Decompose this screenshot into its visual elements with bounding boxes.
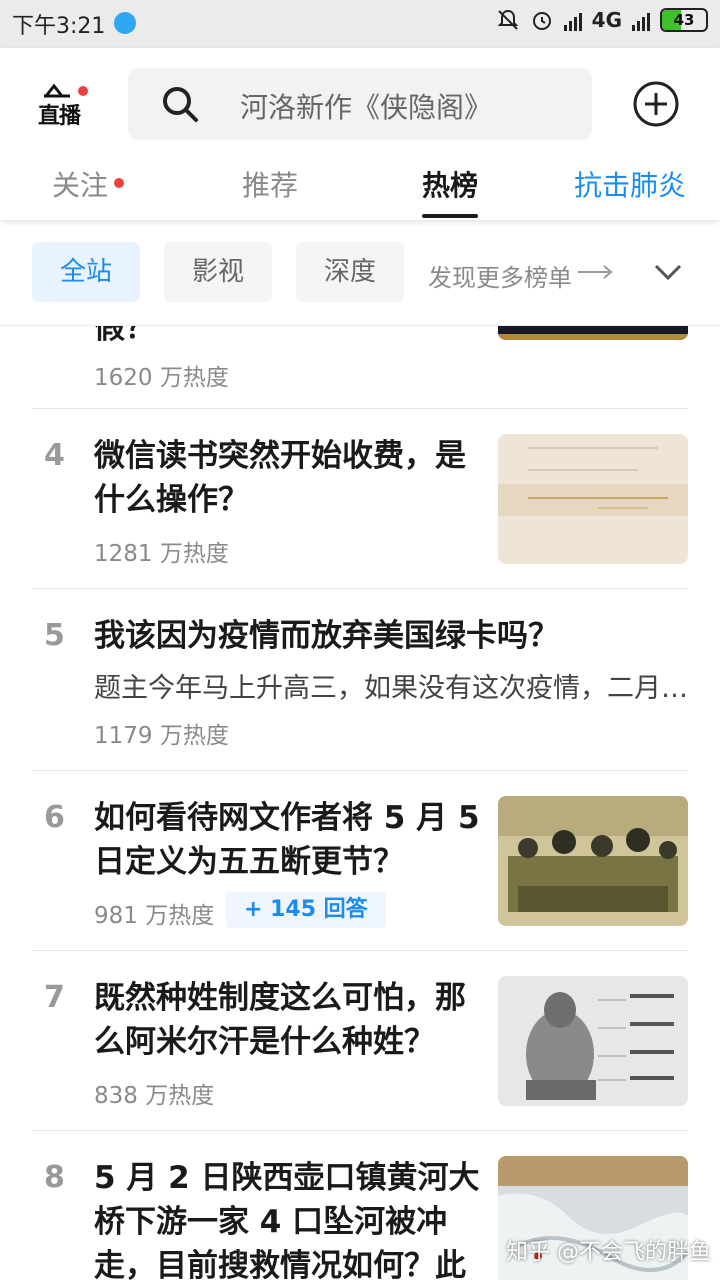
signal-hd-icon (563, 9, 582, 31)
list-item[interactable]: 4 微信读书突然开始收费，是 什么操作？ 1281 万热度 (0, 410, 720, 588)
battery-percent: 43 (673, 11, 695, 29)
chevron-down-icon[interactable] (652, 260, 684, 284)
discover-more-link[interactable]: 发现更多榜单 (428, 258, 572, 293)
signal-icon (632, 9, 650, 31)
hot-list: 假？ 1620 万热度 4 微信读书突然开始收费，是 什么操作？ 1281 万热… (0, 326, 720, 1280)
item-excerpt: 题主今年马上升高三，如果没有这次疫情，二月… (94, 673, 688, 704)
search-placeholder: 河洛新作《侠隐阁》 (240, 91, 493, 124)
divider (32, 588, 688, 589)
item-thumbnail (498, 796, 688, 926)
alarm-clock-icon (532, 12, 551, 30)
item-heat: 1179 万热度 (94, 723, 229, 749)
arrow-right-icon (578, 265, 613, 279)
item-heat: 1281 万热度 (94, 541, 229, 567)
tab-hot-list[interactable]: 热榜 (422, 164, 478, 204)
list-item[interactable]: 假？ 1620 万热度 (0, 326, 720, 408)
divider (32, 950, 688, 951)
notification-app-icon (114, 12, 136, 34)
list-item[interactable]: 6 如何看待网文作者将 5 月 5 日定义为五五断更节？ 981 万热度 + 1… (0, 772, 720, 950)
live-label: 直播 (38, 104, 81, 129)
item-title: 什么操作？ (94, 482, 249, 518)
list-item[interactable]: 7 既然种姓制度这么可怕，那 么阿米尔汗是什么种姓？ 838 万热度 (0, 952, 720, 1130)
item-thumbnail (498, 326, 688, 340)
chip-film-tv[interactable]: 影视 (164, 242, 272, 302)
watermark: 知乎 @不会飞的胖鱼 (506, 1240, 711, 1265)
item-heat: 981 万热度 (94, 903, 215, 929)
item-rank: 8 (44, 1160, 65, 1195)
item-title: 微信读书突然开始收费，是 (94, 438, 466, 474)
item-rank: 4 (44, 438, 65, 473)
answers-badge[interactable]: + 145 回答 (226, 892, 386, 928)
search-icon (163, 87, 198, 122)
item-title: 我该因为疫情而放弃美国绿卡吗？ (94, 618, 559, 654)
tab-fight-pneumonia[interactable]: 抗击肺炎 (574, 164, 686, 204)
item-title: 既然种姓制度这么可怕，那 (94, 980, 466, 1016)
item-rank: 6 (44, 800, 65, 835)
item-title: 桥下游一家 4 口坠河被冲 (94, 1204, 448, 1240)
app-header: 直播 河洛新作《侠隐阁》 关注 推荐 热榜 抗击肺炎 (0, 48, 720, 220)
item-title: 5 月 2 日陕西壶口镇黄河大 (94, 1160, 480, 1196)
item-thumbnail (498, 434, 688, 564)
tab-recommend[interactable]: 推荐 (242, 164, 298, 204)
item-title: 日定义为五五断更节？ (94, 844, 404, 880)
divider (32, 1130, 688, 1131)
network-type: 4G (591, 8, 622, 32)
item-rank: 7 (44, 980, 65, 1015)
tab-follow-dot (114, 178, 124, 188)
item-title: 假？ (94, 326, 156, 346)
item-rank: 5 (44, 618, 65, 653)
add-icon[interactable] (632, 80, 680, 128)
status-indicators: 4G 43 (496, 8, 708, 32)
status-bar: 下午3:21 4G 43 (0, 0, 720, 48)
item-heat: 1620 万热度 (94, 365, 229, 391)
mute-bell-icon (497, 9, 519, 30)
battery-icon: 43 (660, 8, 708, 32)
top-tabs: 关注 推荐 热榜 抗击肺炎 (0, 160, 720, 220)
live-dot (78, 86, 88, 96)
divider (32, 408, 688, 409)
live-button[interactable]: 直播 (38, 80, 94, 129)
live-tv-icon (44, 83, 70, 98)
active-tab-indicator (422, 214, 478, 218)
status-time: 下午3:21 (12, 14, 106, 39)
item-thumbnail (498, 976, 688, 1106)
item-title: 如何看待网文作者将 5 月 5 (94, 800, 480, 836)
chip-depth[interactable]: 深度 (296, 242, 404, 302)
divider (32, 770, 688, 771)
tab-follow[interactable]: 关注 (52, 164, 108, 204)
list-item[interactable]: 5 我该因为疫情而放弃美国绿卡吗？ 题主今年马上升高三，如果没有这次疫情，二月…… (0, 590, 720, 770)
item-title: 么阿米尔汗是什么种姓？ (94, 1024, 435, 1060)
item-title: 走，目前搜救情况如何？此 (94, 1248, 466, 1280)
chip-all[interactable]: 全站 (32, 242, 140, 302)
search-bar[interactable]: 河洛新作《侠隐阁》 (128, 68, 592, 140)
item-heat: 838 万热度 (94, 1083, 215, 1109)
filter-row: 全站 影视 深度 发现更多榜单 (0, 220, 720, 326)
